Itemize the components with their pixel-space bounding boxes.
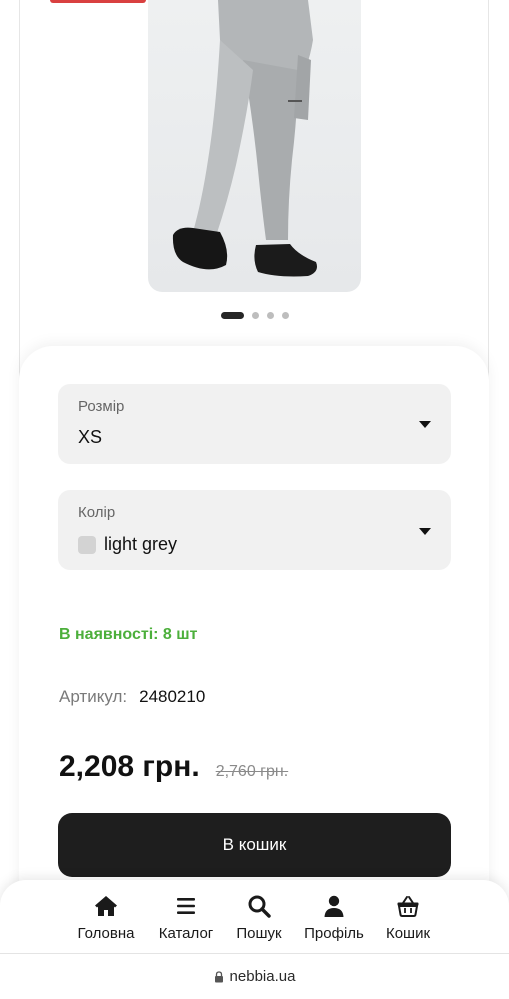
size-select-label: Розмір bbox=[78, 398, 125, 415]
bottom-navigation: Головна Каталог Пошук Профіль Кошик bbox=[0, 880, 509, 953]
gallery-dot-3[interactable] bbox=[266, 312, 274, 319]
nav-label-catalog: Каталог bbox=[158, 925, 214, 942]
current-price: 2,208 грн. bbox=[59, 750, 200, 783]
nav-label-home: Головна bbox=[77, 925, 135, 942]
leggings-illustration bbox=[172, 0, 317, 277]
sku-value: 2480210 bbox=[139, 687, 206, 706]
add-to-cart-button[interactable]: В кошик bbox=[58, 813, 451, 877]
gallery-dot-1[interactable] bbox=[220, 312, 244, 319]
nav-item-catalog[interactable]: Каталог bbox=[146, 894, 226, 942]
sku-row: Артикул: 2480210 bbox=[59, 687, 205, 707]
browser-address-bar[interactable]: nebbia.ua bbox=[0, 953, 509, 999]
menu-icon bbox=[177, 898, 195, 914]
nav-item-profile[interactable]: Профіль bbox=[294, 894, 374, 942]
color-select-value: light grey bbox=[78, 534, 177, 555]
color-select[interactable]: Колір light grey bbox=[58, 490, 451, 570]
size-value-text: XS bbox=[78, 427, 103, 447]
user-icon bbox=[324, 895, 344, 917]
nav-item-search[interactable]: Пошук bbox=[219, 894, 299, 942]
home-icon bbox=[95, 896, 117, 916]
gallery-dot-4[interactable] bbox=[281, 312, 289, 319]
chevron-down-icon[interactable] bbox=[419, 421, 431, 428]
old-price: 2,760 грн. bbox=[215, 763, 289, 780]
nav-item-cart[interactable]: Кошик bbox=[368, 894, 448, 942]
url-text: nebbia.ua bbox=[229, 968, 296, 985]
basket-icon bbox=[397, 896, 419, 917]
search-icon bbox=[248, 895, 271, 918]
nav-label-search: Пошук bbox=[236, 925, 282, 942]
price-row: 2,208 грн. 2,760 грн. bbox=[59, 750, 288, 784]
color-swatch bbox=[78, 535, 96, 554]
lock-icon bbox=[214, 970, 223, 982]
stock-status: В наявності: 8 шт bbox=[59, 626, 198, 643]
nav-label-profile: Профіль bbox=[304, 925, 364, 942]
size-select-value: XS bbox=[78, 427, 102, 448]
product-image[interactable] bbox=[148, 0, 361, 292]
color-select-label: Колір bbox=[78, 504, 116, 521]
nav-label-cart: Кошик bbox=[385, 925, 431, 942]
nav-item-home[interactable]: Головна bbox=[66, 894, 146, 942]
color-value-text: light grey bbox=[104, 534, 178, 554]
size-select[interactable]: Розмір XS bbox=[58, 384, 451, 464]
gallery-pagination[interactable] bbox=[0, 312, 509, 319]
sku-label: Артикул: bbox=[59, 687, 128, 706]
gallery-dot-2[interactable] bbox=[251, 312, 259, 319]
chevron-down-icon[interactable] bbox=[419, 528, 431, 535]
